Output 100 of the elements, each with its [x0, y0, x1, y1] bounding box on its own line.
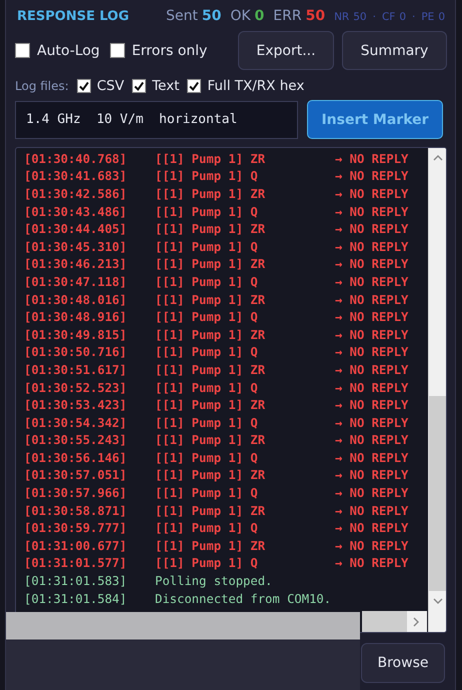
log-result: → NO REPLY — [335, 292, 408, 307]
log-message: [[1] Pump 1] ZR — [155, 538, 266, 553]
log-message: [[1] Pump 1] Q — [155, 556, 259, 570]
stat-label: OK — [230, 8, 251, 24]
log-timestamp: [01:30:48.916] — [24, 310, 128, 324]
log-timestamp: [01:30:43.486] — [24, 204, 128, 219]
horizontal-scrollbar[interactable] — [362, 611, 427, 632]
log-message: [[1] Pump 1] Q — [155, 240, 259, 254]
log-message: [[1] Pump 1] Q — [155, 486, 259, 500]
log-result: → NO REPLY — [335, 186, 408, 201]
stat-label: NR — [334, 11, 350, 23]
log-message: [[1] Pump 1] ZR — [155, 504, 266, 518]
log-timestamp: [01:30:50.716] — [24, 345, 128, 360]
vertical-scrollbar[interactable] — [428, 148, 446, 632]
log-result: → NO REPLY — [335, 240, 408, 254]
log-message: [[1] Pump 1] Q — [155, 380, 259, 395]
log-timestamp: [01:30:56.146] — [24, 450, 128, 465]
log-timestamp: [01:30:49.815] — [24, 328, 128, 342]
log-timestamp: [01:31:01.577] — [24, 556, 128, 570]
checkbox[interactable] — [110, 43, 125, 58]
log-result: → NO REPLY — [335, 222, 408, 236]
log-result: → NO REPLY — [335, 538, 408, 553]
log-message: [[1] Pump 1] ZR — [155, 398, 266, 412]
log-message: [[1] Pump 1] ZR — [155, 362, 266, 377]
panel-title: RESPONSE LOG — [17, 9, 130, 24]
log-result: → NO REPLY — [335, 257, 408, 272]
stat-value: 0 — [254, 8, 264, 24]
stat-label: ERR — [273, 8, 302, 24]
log-message: [[1] Pump 1] Q — [155, 204, 259, 219]
log-timestamp: [01:30:44.405] — [24, 222, 128, 236]
log-result: → NO REPLY — [335, 152, 408, 166]
log-message: [[1] Pump 1] ZR — [155, 292, 266, 307]
log-timestamp: [01:30:52.523] — [24, 380, 128, 395]
log-result: → NO REPLY — [335, 362, 408, 377]
marker-input-field[interactable]: 1.4 GHz 10 V/m horizontal — [15, 100, 298, 138]
log-result: → NO REPLY — [335, 169, 408, 184]
checkbox[interactable] — [76, 79, 91, 93]
checkbox-label: CSV — [96, 78, 124, 94]
action-button[interactable]: Export... — [238, 31, 334, 70]
log-result: → NO REPLY — [335, 310, 408, 324]
log-timestamp: [01:30:48.016] — [24, 292, 128, 307]
log-result: → NO REPLY — [335, 486, 408, 500]
log-result: → NO REPLY — [335, 328, 408, 342]
stat-value: 50 — [202, 8, 222, 24]
log-result: → NO REPLY — [335, 380, 408, 395]
action-button[interactable]: Summary — [342, 31, 447, 70]
log-message: [[1] Pump 1] ZR — [155, 186, 266, 201]
log-message: [[1] Pump 1] ZR — [155, 433, 266, 448]
browse-button[interactable]: Browse — [361, 643, 445, 683]
checkbox-label: Full TX/RX hex — [207, 78, 304, 94]
stat-label: Sent — [166, 8, 198, 24]
log-timestamp: [01:30:46.213] — [24, 257, 128, 272]
log-files-label: Log files: — [15, 79, 69, 93]
log-result: → NO REPLY — [335, 504, 408, 518]
log-timestamp: [01:30:51.617] — [24, 362, 128, 377]
log-result: → NO REPLY — [335, 398, 408, 412]
log-message: Disconnected from COM10. — [155, 592, 332, 606]
log-result: → NO REPLY — [335, 468, 408, 482]
log-result: → NO REPLY — [335, 416, 408, 430]
separator-dot: · — [372, 11, 376, 23]
log-message: [[1] Pump 1] ZR — [155, 152, 266, 166]
checkbox-label: Errors only — [132, 42, 208, 58]
log-timestamp: [01:30:40.768] — [24, 152, 128, 166]
separator-dot: · — [412, 11, 416, 23]
log-timestamp: [01:30:41.683] — [24, 169, 128, 184]
log-timestamp: [01:31:01.583] — [24, 574, 128, 588]
stat-value: 0 — [438, 11, 445, 23]
log-message: [[1] Pump 1] ZR — [155, 257, 266, 272]
stat-label: CF — [382, 11, 396, 23]
checkbox-label: Text — [152, 78, 180, 94]
log-timestamp: [01:31:01.584] — [24, 592, 128, 606]
checkbox-label: Auto-Log — [37, 42, 100, 58]
log-message: [[1] Pump 1] Q — [155, 169, 259, 184]
log-message: [[1] Pump 1] ZR — [155, 222, 266, 236]
log-timestamp: [01:30:45.310] — [24, 240, 128, 254]
log-result: → NO REPLY — [335, 274, 408, 289]
log-message: Polling stopped. — [155, 574, 274, 588]
log-message: [[1] Pump 1] Q — [155, 310, 259, 324]
log-timestamp: [01:30:53.423] — [24, 398, 128, 412]
log-timestamp: [01:30:42.586] — [24, 186, 128, 201]
log-message: [[1] Pump 1] ZR — [155, 328, 266, 342]
checkbox[interactable] — [132, 79, 146, 93]
log-result: → NO REPLY — [335, 556, 408, 570]
log-timestamp: [01:30:57.966] — [24, 486, 128, 500]
stat-value: 0 — [399, 11, 406, 23]
log-timestamp: [01:30:55.243] — [24, 433, 128, 448]
checkbox[interactable] — [15, 43, 30, 58]
log-timestamp: [01:30:57.051] — [24, 468, 128, 482]
stat-label: PE — [421, 11, 434, 23]
checkbox[interactable] — [187, 79, 202, 93]
log-result: → NO REPLY — [335, 204, 408, 219]
log-message: [[1] Pump 1] ZR — [155, 468, 266, 482]
log-result: → NO REPLY — [335, 450, 408, 465]
stat-value: 50 — [306, 8, 326, 24]
log-timestamp: [01:30:58.871] — [24, 504, 128, 518]
log-result: → NO REPLY — [335, 433, 408, 448]
log-message: [[1] Pump 1] Q — [155, 274, 259, 289]
log-timestamp: [01:31:00.677] — [24, 538, 128, 553]
log-timestamp: [01:30:54.342] — [24, 416, 128, 430]
log-result: → NO REPLY — [335, 345, 408, 360]
